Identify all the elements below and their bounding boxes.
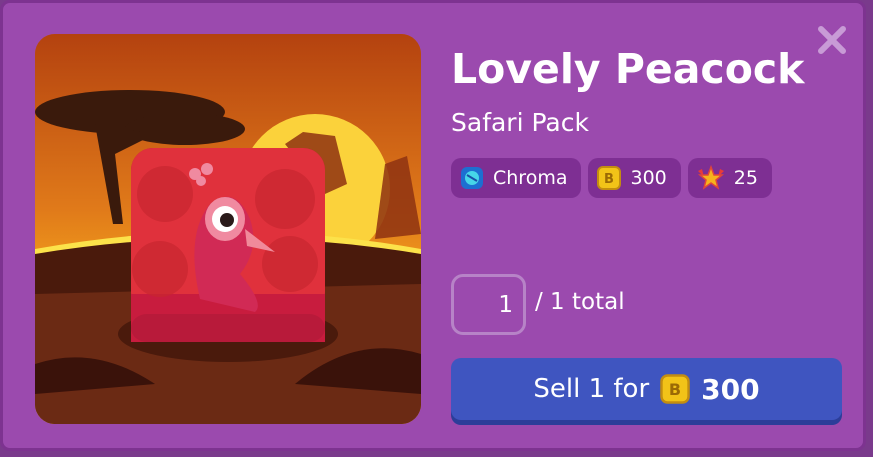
- value-label: 300: [630, 167, 667, 189]
- xp-label: 25: [733, 167, 758, 189]
- sell-button-label: Sell 1 for: [533, 374, 650, 404]
- item-title: Lovely Peacock: [451, 45, 805, 93]
- badge-row: Chroma B 300 25: [451, 158, 772, 198]
- xp-star-icon: [697, 165, 724, 190]
- quantity-total: / 1 total: [535, 289, 625, 315]
- svg-text:B: B: [605, 172, 615, 187]
- close-button[interactable]: [815, 23, 849, 57]
- quantity-input[interactable]: 1: [451, 274, 526, 335]
- token-icon: B: [660, 374, 690, 404]
- sell-amount: 300: [701, 372, 760, 406]
- rarity-badge: Chroma: [451, 158, 582, 198]
- chroma-icon: [461, 167, 483, 189]
- sell-button[interactable]: Sell 1 for B 300: [451, 358, 842, 420]
- xp-badge: 25: [687, 158, 772, 198]
- item-modal: Lovely Peacock Safari Pack Chroma B 300: [0, 0, 866, 451]
- item-pack: Safari Pack: [451, 108, 589, 137]
- rarity-label: Chroma: [493, 167, 568, 189]
- item-artwork: [35, 34, 421, 424]
- svg-text:B: B: [669, 380, 681, 399]
- token-icon: B: [597, 166, 622, 190]
- close-icon: [818, 26, 846, 54]
- value-badge: B 300: [588, 158, 681, 198]
